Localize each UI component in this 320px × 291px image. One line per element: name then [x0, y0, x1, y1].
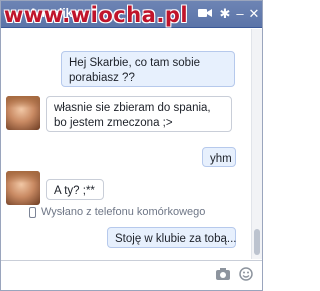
message-list[interactable]: Hej Skarbie, co tam sobie porabiasz ?? w…	[1, 29, 249, 259]
avatar[interactable]	[6, 171, 40, 205]
scrollbar[interactable]	[251, 29, 262, 259]
message-bubble-outgoing[interactable]: Stoję w klubie za tobą...	[107, 227, 236, 248]
mobile-phone-icon	[29, 207, 36, 218]
message-input[interactable]	[5, 265, 205, 286]
message-bubble-outgoing[interactable]: Hej Skarbie, co tam sobie porabiasz ??	[61, 51, 235, 87]
message-bubble-outgoing[interactable]: yhm	[202, 147, 236, 167]
sent-from-mobile-text: Wysłano z telefonu komórkowego	[41, 206, 206, 218]
camera-icon[interactable]	[215, 267, 231, 283]
chat-window: Angelika www.wiocha.pl ✱ – ✕ Hej Skarbie…	[0, 0, 263, 291]
watermark: www.wiocha.pl	[3, 3, 189, 27]
avatar[interactable]	[6, 96, 40, 130]
gear-icon[interactable]: ✱	[217, 6, 233, 22]
message-bubble-incoming[interactable]: własnie sie zbieram do spania, bo jestem…	[46, 96, 232, 132]
chat-titlebar[interactable]: Angelika www.wiocha.pl ✱ – ✕	[1, 1, 262, 28]
video-camera-icon[interactable]	[197, 6, 213, 22]
scroll-thumb[interactable]	[254, 229, 260, 255]
close-icon[interactable]: ✕	[246, 6, 262, 22]
emoji-icon[interactable]	[238, 267, 254, 283]
composer	[1, 260, 262, 290]
message-bubble-incoming[interactable]: A ty? ;**	[46, 179, 104, 200]
